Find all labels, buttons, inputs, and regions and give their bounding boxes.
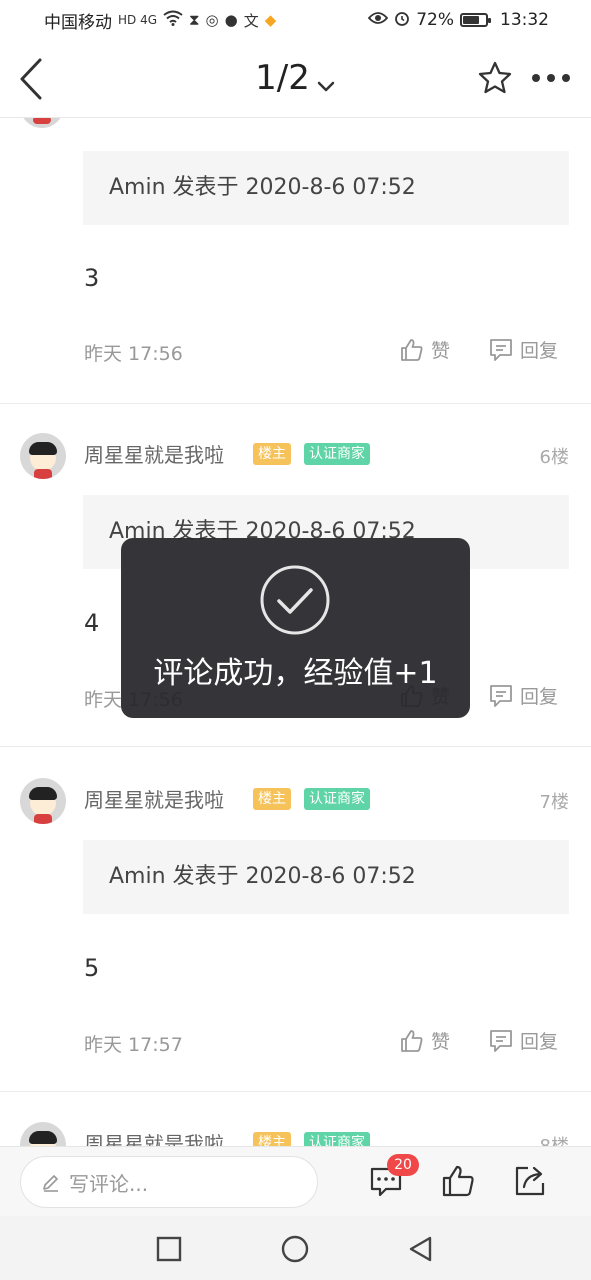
- share-icon: [515, 1166, 545, 1196]
- alarm-icon: [394, 10, 410, 30]
- triangle-back-icon: [409, 1236, 432, 1262]
- thumbs-up-icon: [442, 1165, 474, 1197]
- like-button[interactable]: 赞: [399, 1027, 450, 1054]
- reply-label: 回复: [520, 686, 559, 708]
- floor-number: 8楼: [540, 1132, 569, 1146]
- like-button[interactable]: 赞: [399, 336, 450, 363]
- pencil-icon: [43, 1175, 58, 1192]
- status-left: 中国移动 HD 4G ⧗ ◎ ● 文 ◆: [44, 8, 276, 33]
- favorite-button[interactable]: [477, 60, 513, 96]
- page-indicator-label: 1/2: [255, 58, 310, 98]
- comment-input[interactable]: 写评论...: [20, 1156, 318, 1208]
- chevron-down-icon: [316, 66, 336, 91]
- like-post-button[interactable]: [440, 1163, 476, 1199]
- reply-icon: [490, 338, 512, 361]
- merchant-badge: 认证商家: [304, 1132, 370, 1146]
- star-icon: [478, 61, 512, 94]
- thumbs-up-icon: [401, 338, 423, 361]
- like-label: 赞: [431, 340, 451, 362]
- wechat-icon: ●: [224, 11, 238, 29]
- more-dot-icon: [547, 74, 555, 82]
- comment-input-placeholder: 写评论...: [69, 1171, 149, 1196]
- quote-block: Amin 发表于 2020-8-6 07:52: [83, 840, 569, 914]
- more-dot-icon: [562, 74, 570, 82]
- hourglass-icon: ⧗: [189, 11, 200, 29]
- reply-icon: [490, 684, 512, 707]
- check-circle-icon: [260, 565, 330, 635]
- thumbs-up-icon: [401, 1029, 423, 1052]
- toast-message: 评论成功，经验值+1: [153, 656, 438, 691]
- owner-badge: 楼主: [253, 443, 291, 465]
- clock: 13:32: [500, 10, 549, 30]
- list-item: 周星星就是我啦 楼主 认证商家 7楼 Amin 发表于 2020-8-6 07:…: [0, 768, 591, 1093]
- battery-icon: [460, 13, 491, 27]
- recents-button[interactable]: [154, 1234, 184, 1264]
- reply-label: 回复: [520, 1031, 559, 1053]
- comment-time: 昨天 17:57: [84, 1034, 183, 1056]
- eye-icon: [367, 11, 389, 29]
- shield-app-icon: ◆: [264, 11, 277, 29]
- screen: 中国移动 HD 4G ⧗ ◎ ● 文 ◆ 72% 13:32 1/2 Amin …: [0, 0, 591, 1280]
- reply-button[interactable]: 回复: [488, 682, 558, 709]
- like-label: 赞: [431, 1031, 451, 1053]
- post-header: 周星星就是我啦 楼主 认证商家 6楼: [0, 423, 591, 485]
- avatar[interactable]: [20, 778, 66, 824]
- owner-badge: 楼主: [253, 1132, 291, 1146]
- square-icon: [156, 1236, 182, 1262]
- reply-icon: [490, 1029, 512, 1052]
- username[interactable]: 周星星就是我啦: [84, 784, 224, 813]
- system-nav-bar: [0, 1216, 591, 1280]
- floor-number: 7楼: [539, 792, 569, 813]
- list-item: Amin 发表于 2020-8-6 07:52 3 昨天 17:56 赞 回复: [0, 118, 591, 404]
- comment-bar: 写评论... 20: [0, 1146, 591, 1216]
- post-header: 周星星就是我啦 楼主 认证商家 8楼: [0, 1112, 591, 1146]
- comment-time: 昨天 17:56: [84, 343, 183, 365]
- reply-button[interactable]: 回复: [488, 336, 558, 363]
- network-tags: HD 4G: [118, 13, 158, 27]
- success-toast: 评论成功，经验值+1: [121, 538, 470, 718]
- status-right: 72% 13:32: [367, 10, 549, 30]
- more-dot-icon: [532, 74, 540, 82]
- merchant-badge: 认证商家: [304, 788, 370, 810]
- title-bar: 1/2: [0, 40, 591, 118]
- wifi-icon: [163, 10, 183, 30]
- reply-label: 回复: [520, 340, 559, 362]
- home-button[interactable]: [280, 1234, 310, 1264]
- post-header: 周星星就是我啦 楼主 认证商家 7楼: [0, 768, 591, 830]
- battery-percent: 72%: [416, 10, 454, 30]
- carrier-name: 中国移动: [44, 12, 112, 33]
- circle-icon: [281, 1235, 309, 1263]
- username[interactable]: 周星星就是我啦: [84, 1128, 224, 1146]
- divider: [0, 746, 591, 747]
- status-bar: 中国移动 HD 4G ⧗ ◎ ● 文 ◆ 72% 13:32: [0, 0, 591, 40]
- comment-count-badge: 20: [387, 1154, 419, 1176]
- translate-icon: 文: [243, 11, 259, 30]
- username[interactable]: 周星星就是我啦: [84, 439, 224, 468]
- quote-block: Amin 发表于 2020-8-6 07:52: [83, 151, 569, 225]
- reply-button[interactable]: 回复: [488, 1027, 558, 1054]
- comment-body: 4: [84, 609, 100, 637]
- owner-badge: 楼主: [253, 788, 291, 810]
- system-back-button[interactable]: [406, 1234, 436, 1264]
- divider: [0, 403, 591, 404]
- share-button[interactable]: [512, 1163, 548, 1199]
- comment-body: 3: [84, 264, 100, 292]
- merchant-badge: 认证商家: [304, 443, 370, 465]
- comment-body: 5: [84, 954, 100, 982]
- avatar[interactable]: [20, 433, 66, 479]
- avatar[interactable]: [20, 1122, 66, 1146]
- floor-number: 6楼: [539, 447, 569, 468]
- list-item: 周星星就是我啦 楼主 认证商家 8楼: [0, 1112, 591, 1146]
- browser-icon: ◎: [205, 11, 219, 29]
- divider: [0, 1091, 591, 1092]
- more-options-button[interactable]: [532, 68, 576, 88]
